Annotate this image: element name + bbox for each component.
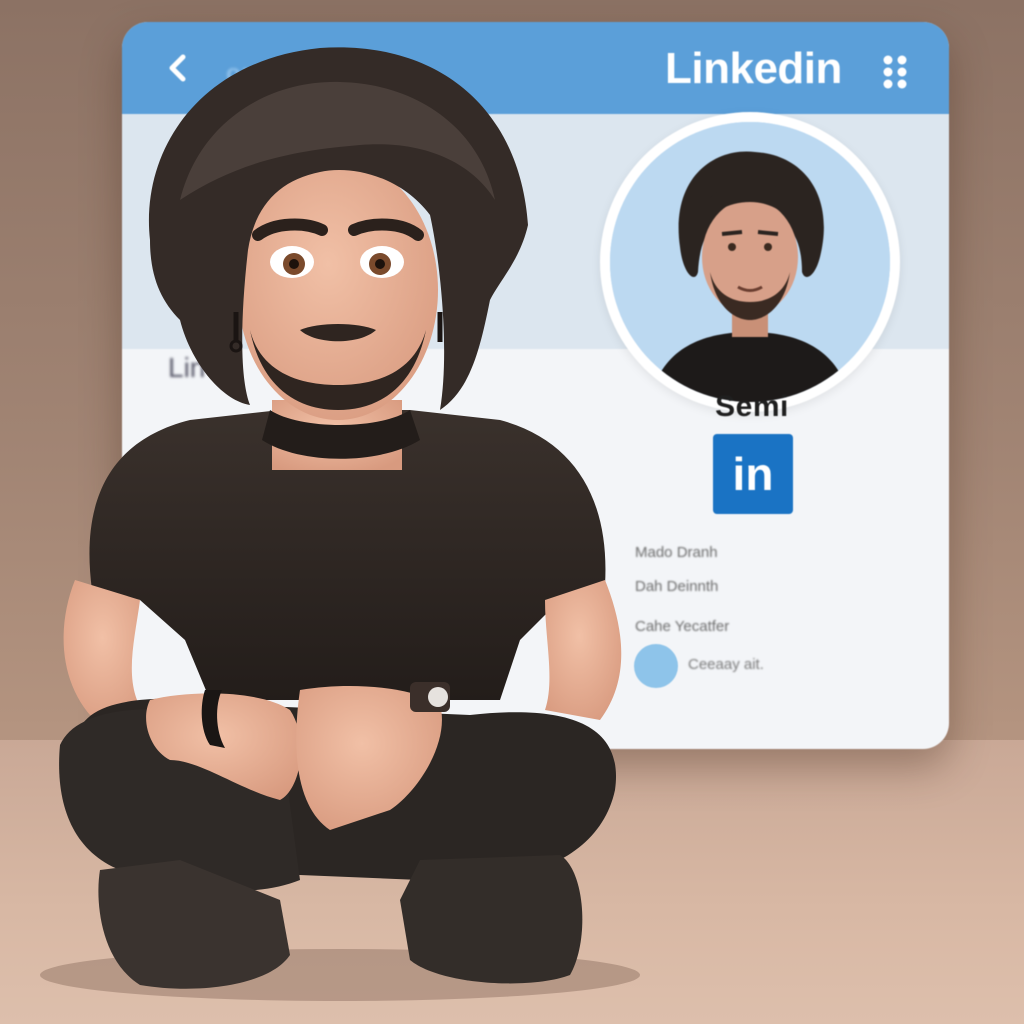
seated-character-illustration	[40, 47, 640, 1001]
